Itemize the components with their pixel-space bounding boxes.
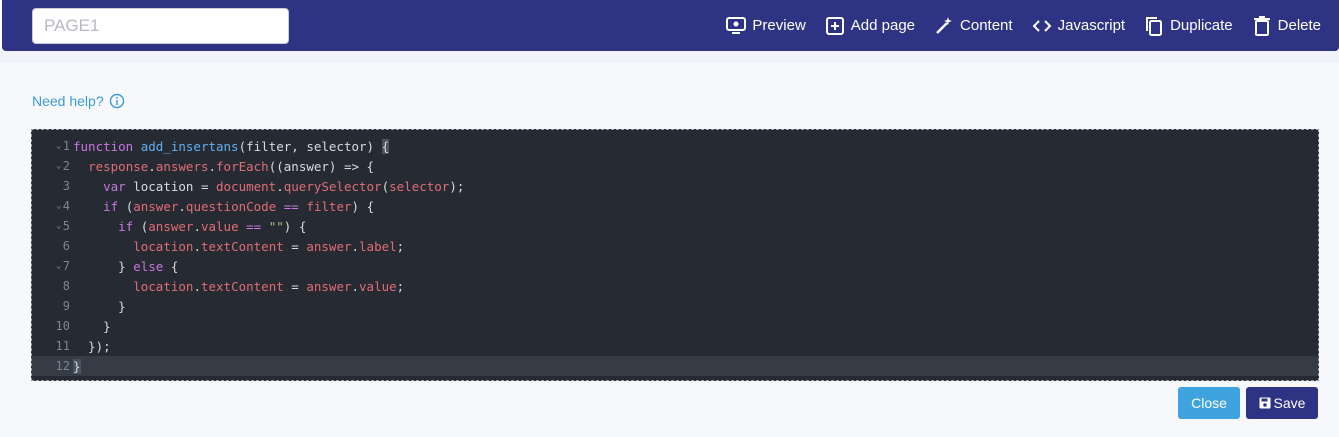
- content-button[interactable]: Content: [933, 15, 1013, 37]
- code-text: var location = document.querySelector(se…: [103, 178, 465, 194]
- duplicate-label: Duplicate: [1170, 17, 1233, 34]
- top-toolbar: Preview Add page Content Javascript Dupl…: [2, 0, 1339, 51]
- save-label: Save: [1273, 395, 1306, 411]
- code-line: 11 });: [32, 336, 1318, 356]
- trash-icon: [1251, 15, 1273, 37]
- code-editor[interactable]: 1 ⌄ function add_insertans(filter, select…: [31, 129, 1319, 381]
- code-line: 1 ⌄ function add_insertans(filter, select…: [32, 136, 1318, 156]
- preview-label: Preview: [752, 17, 806, 34]
- add-page-icon: [824, 15, 846, 37]
- content-label: Content: [960, 17, 1013, 34]
- code-text: if (answer.value == "") {: [118, 218, 307, 234]
- duplicate-icon: [1143, 15, 1165, 37]
- code-line: 5 ⌄ if (answer.value == "") {: [32, 216, 1318, 236]
- add-page-label: Add page: [850, 17, 916, 34]
- line-number: 11: [55, 339, 70, 353]
- line-number: 6: [62, 239, 70, 253]
- code-line: 6 location.textContent = answer.label;: [32, 236, 1318, 256]
- code-line: 10 }: [32, 316, 1318, 336]
- delete-label: Delete: [1277, 17, 1321, 34]
- code-line: 7 ⌄ } else {: [32, 256, 1318, 276]
- fold-chevron-icon[interactable]: ⌄: [56, 261, 61, 271]
- preview-icon: [725, 15, 747, 37]
- need-help-label: Need help?: [32, 93, 104, 109]
- code-line: 8 location.textContent = answer.value;: [32, 276, 1318, 296]
- magic-wand-icon: [933, 15, 955, 37]
- code-text: response.answers.forEach((answer) => {: [88, 158, 375, 174]
- code-line: 9 }: [32, 296, 1318, 316]
- code-text: if (answer.questionCode == filter) {: [103, 198, 375, 214]
- duplicate-button[interactable]: Duplicate: [1143, 15, 1233, 37]
- save-button[interactable]: Save: [1246, 387, 1318, 419]
- fold-chevron-icon[interactable]: ⌄: [56, 141, 61, 151]
- code-line-active: 12 }: [32, 356, 1318, 376]
- floppy-disk-icon: [1259, 397, 1271, 409]
- fold-chevron-icon[interactable]: ⌄: [56, 221, 61, 231]
- code-text: });: [73, 338, 111, 354]
- code-line: 4 ⌄ if (answer.questionCode == filter) {: [32, 196, 1318, 216]
- code-text: location.textContent = answer.value;: [133, 278, 405, 294]
- code-text: }: [73, 318, 111, 334]
- close-label: Close: [1191, 395, 1227, 411]
- info-icon: [109, 93, 125, 109]
- javascript-button[interactable]: Javascript: [1031, 15, 1126, 37]
- need-help-link[interactable]: Need help?: [32, 93, 125, 109]
- code-line: 2 ⌄ response.answers.forEach((answer) => …: [32, 156, 1318, 176]
- code-icon: [1031, 15, 1053, 37]
- code-text: location.textContent = answer.label;: [133, 238, 405, 254]
- code-text: function add_insertans(filter, selector)…: [73, 138, 390, 154]
- line-number: 9: [62, 299, 70, 313]
- line-number: 3: [62, 179, 70, 193]
- close-button[interactable]: Close: [1178, 387, 1240, 419]
- fold-chevron-icon[interactable]: ⌄: [56, 161, 61, 171]
- line-number: 8: [62, 279, 70, 293]
- javascript-label: Javascript: [1057, 17, 1126, 34]
- delete-button[interactable]: Delete: [1251, 15, 1321, 37]
- fold-chevron-icon[interactable]: ⌄: [56, 201, 61, 211]
- code-text: } else {: [73, 258, 179, 274]
- code-text: }: [73, 358, 81, 374]
- line-number: 12: [55, 359, 70, 373]
- page-name-input[interactable]: [32, 8, 289, 44]
- preview-button[interactable]: Preview: [725, 15, 806, 37]
- line-number: 10: [55, 319, 70, 333]
- add-page-button[interactable]: Add page: [824, 15, 915, 37]
- toolbar-actions: Preview Add page Content Javascript Dupl…: [707, 0, 1321, 51]
- code-line: 3 var location = document.querySelector(…: [32, 176, 1318, 196]
- code-text: }: [73, 298, 126, 314]
